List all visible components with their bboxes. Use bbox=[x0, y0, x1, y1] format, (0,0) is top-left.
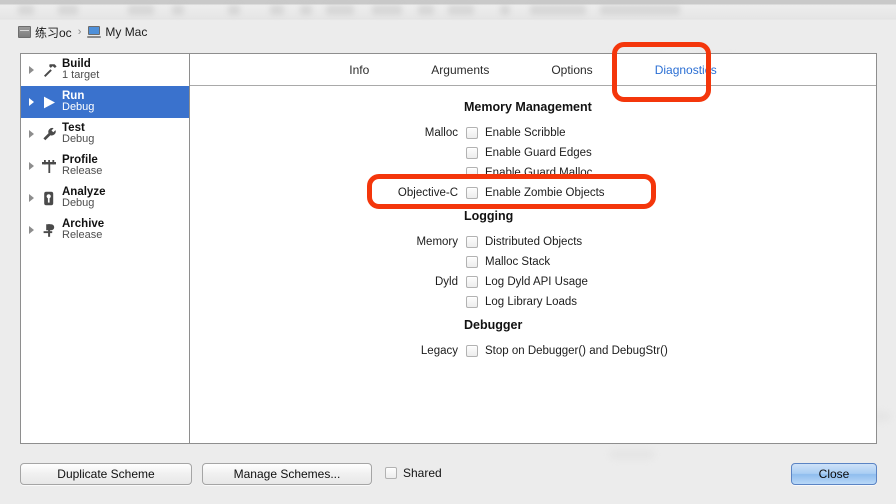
option-label: Malloc Stack bbox=[485, 256, 551, 268]
breadcrumb: 练习oc › My Mac bbox=[18, 22, 147, 42]
blurred-toolbar bbox=[0, 2, 896, 18]
checkbox-log-library-loads[interactable] bbox=[466, 296, 478, 308]
disclosure-triangle-icon[interactable] bbox=[24, 98, 38, 106]
wrench-icon bbox=[38, 127, 60, 142]
scheme-editor-sheet: Build 1 target Run Debug Test Debug Prof… bbox=[20, 53, 877, 444]
option-enable-zombie-objects[interactable]: Objective-C Enable Zombie Objects bbox=[398, 185, 605, 201]
duplicate-scheme-button[interactable]: Duplicate Scheme bbox=[20, 463, 192, 485]
diagnostics-pane: Memory Management Malloc Enable Scribble… bbox=[190, 86, 876, 443]
close-button[interactable]: Close bbox=[791, 463, 877, 485]
disclosure-triangle-icon[interactable] bbox=[24, 162, 38, 170]
breadcrumb-separator: › bbox=[77, 26, 82, 38]
breadcrumb-destination[interactable]: My Mac bbox=[87, 25, 147, 39]
option-label: Stop on Debugger() and DebugStr() bbox=[485, 345, 668, 357]
option-group-label: Memory bbox=[416, 236, 458, 248]
breadcrumb-project-label: 练习oc bbox=[35, 25, 72, 40]
option-label: Enable Scribble bbox=[485, 127, 566, 139]
option-group-label: Dyld bbox=[434, 276, 458, 288]
tab-diagnostics[interactable]: Diagnostics bbox=[649, 61, 723, 79]
option-label: Log Dyld API Usage bbox=[485, 276, 588, 288]
archive-icon bbox=[38, 223, 60, 238]
breadcrumb-destination-label: My Mac bbox=[105, 25, 148, 39]
checkbox-enable-guard-malloc[interactable] bbox=[466, 167, 478, 179]
disclosure-triangle-icon[interactable] bbox=[24, 194, 38, 202]
section-heading-logging: Logging bbox=[464, 209, 514, 223]
project-icon bbox=[18, 26, 31, 38]
tab-bar: Info Arguments Options Diagnostics bbox=[190, 54, 876, 86]
option-enable-guard-edges[interactable]: Enable Guard Edges bbox=[466, 145, 592, 161]
scheme-row-test[interactable]: Test Debug bbox=[21, 118, 189, 150]
option-label: Log Library Loads bbox=[485, 296, 578, 308]
checkbox-shared[interactable] bbox=[385, 467, 397, 479]
option-label: Enable Guard Edges bbox=[485, 147, 592, 159]
option-group-label: Objective-C bbox=[397, 187, 458, 199]
checkbox-enable-scribble[interactable] bbox=[466, 127, 478, 139]
option-enable-scribble[interactable]: Malloc Enable Scribble bbox=[425, 125, 566, 141]
scheme-row-run[interactable]: Run Debug bbox=[21, 86, 189, 118]
option-log-library-loads[interactable]: Log Library Loads bbox=[466, 294, 577, 310]
manage-schemes-button[interactable]: Manage Schemes... bbox=[202, 463, 372, 485]
tab-info[interactable]: Info bbox=[343, 61, 375, 79]
section-heading-memory-management: Memory Management bbox=[464, 100, 592, 114]
option-label: Enable Zombie Objects bbox=[485, 187, 605, 199]
play-icon bbox=[38, 95, 60, 110]
scheme-row-analyze[interactable]: Analyze Debug bbox=[21, 182, 189, 214]
mac-computer-icon bbox=[87, 26, 102, 38]
disclosure-triangle-icon[interactable] bbox=[24, 226, 38, 234]
checkbox-distributed-objects[interactable] bbox=[466, 236, 478, 248]
option-group-label: Malloc bbox=[424, 127, 458, 139]
hammer-icon bbox=[38, 63, 60, 78]
scheme-row-build[interactable]: Build 1 target bbox=[21, 54, 189, 86]
disclosure-triangle-icon[interactable] bbox=[24, 130, 38, 138]
checkbox-log-dyld-api-usage[interactable] bbox=[466, 276, 478, 288]
option-label: Distributed Objects bbox=[485, 236, 583, 248]
checkbox-stop-on-debugger[interactable] bbox=[466, 345, 478, 357]
option-stop-on-debugger[interactable]: Legacy Stop on Debugger() and DebugStr() bbox=[421, 343, 668, 359]
checkbox-malloc-stack[interactable] bbox=[466, 256, 478, 268]
scheme-row-subtitle: Release bbox=[62, 229, 103, 242]
magnifier-icon bbox=[38, 191, 60, 206]
disclosure-triangle-icon[interactable] bbox=[24, 66, 38, 74]
shared-label: Shared bbox=[403, 466, 442, 480]
scheme-row-subtitle: Debug bbox=[62, 101, 95, 114]
section-heading-debugger: Debugger bbox=[464, 318, 523, 332]
scheme-row-subtitle: Debug bbox=[62, 133, 95, 146]
checkbox-enable-zombie-objects[interactable] bbox=[466, 187, 478, 199]
option-log-dyld-api-usage[interactable]: Dyld Log Dyld API Usage bbox=[435, 274, 588, 290]
shared-checkbox-group[interactable]: Shared bbox=[385, 466, 442, 480]
breadcrumb-project[interactable]: 练习oc bbox=[18, 24, 72, 41]
scheme-row-profile[interactable]: Profile Release bbox=[21, 150, 189, 182]
option-group-label: Legacy bbox=[420, 345, 458, 357]
scheme-row-subtitle: Debug bbox=[62, 197, 95, 210]
tab-arguments[interactable]: Arguments bbox=[425, 61, 495, 79]
scheme-row-subtitle: 1 target bbox=[62, 69, 100, 82]
checkbox-enable-guard-edges[interactable] bbox=[466, 147, 478, 159]
scheme-row-archive[interactable]: Archive Release bbox=[21, 214, 189, 246]
option-distributed-objects[interactable]: Memory Distributed Objects bbox=[416, 234, 583, 250]
option-enable-guard-malloc[interactable]: Enable Guard Malloc bbox=[466, 165, 592, 181]
detail-pane: Info Arguments Options Diagnostics Memor… bbox=[190, 54, 876, 443]
scheme-action-list[interactable]: Build 1 target Run Debug Test Debug Prof… bbox=[21, 54, 190, 443]
gauge-icon bbox=[38, 159, 60, 174]
option-malloc-stack[interactable]: Malloc Stack bbox=[466, 254, 550, 270]
scheme-row-subtitle: Release bbox=[62, 165, 103, 178]
tab-options[interactable]: Options bbox=[545, 61, 598, 79]
option-label: Enable Guard Malloc bbox=[485, 167, 593, 179]
